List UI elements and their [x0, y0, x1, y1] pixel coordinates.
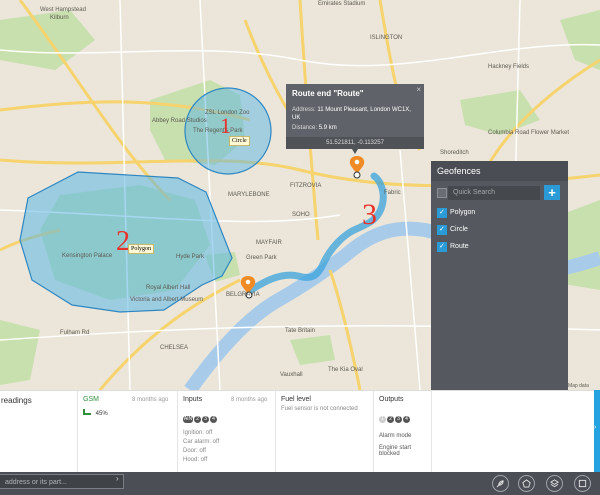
- search-submit-icon[interactable]: ›: [116, 474, 119, 483]
- map-label: FITZROVIA: [290, 183, 322, 189]
- map-label: Vauxhall: [280, 372, 303, 378]
- bottom-toolbar: address or its part... ›: [0, 472, 600, 495]
- fuel-title: Fuel level: [281, 396, 311, 403]
- popup-address-label: Address:: [292, 107, 316, 113]
- input-pill: AIN: [183, 416, 193, 423]
- map-label: Fulham Rd: [60, 330, 90, 336]
- inputs-timestamp: 8 months ago: [231, 397, 268, 403]
- map-label: Kensington Palace: [62, 253, 113, 259]
- geofence-item-polygon[interactable]: Polygon: [431, 204, 568, 221]
- output-pill: 2: [387, 416, 394, 423]
- output-pill: 3: [395, 416, 402, 423]
- popup-coordinates: 51.521811, -0.113257: [286, 137, 424, 149]
- device-info-bar: readings GSM 8 months ago 45% Inputs 8 m…: [0, 390, 600, 473]
- input-pill: 3: [202, 416, 209, 423]
- feather-icon[interactable]: [492, 475, 509, 492]
- map-label: CHELSEA: [160, 345, 189, 351]
- fuel-status: Fuel sensor is not connected: [281, 406, 358, 412]
- readings-title: readings: [1, 396, 32, 405]
- geofence-label: Circle: [450, 226, 468, 233]
- add-geofence-button[interactable]: +: [544, 185, 560, 200]
- map-label: The Regent's Park: [193, 128, 243, 134]
- map-label: The Kia Oval: [328, 367, 363, 373]
- geofence-checkbox[interactable]: [437, 204, 447, 221]
- input-pills: AIN 2 3 4: [183, 407, 270, 425]
- panel-search-row: Quick Search +: [431, 184, 568, 204]
- input-status: Ignition: off: [183, 430, 213, 436]
- address-search-input[interactable]: address or its part...: [0, 474, 124, 489]
- readings-card: readings: [0, 391, 78, 473]
- input-pill: 4: [210, 416, 217, 423]
- popup-distance: Distance: 5.9 km: [292, 124, 418, 132]
- map-label: Hackney Fields: [488, 64, 530, 70]
- map-label: Shoreditch: [440, 150, 469, 156]
- gsm-value: 45%: [95, 411, 108, 417]
- geofence-item-circle[interactable]: Circle: [431, 221, 568, 238]
- map-label: Tate Britain: [285, 328, 316, 334]
- outputs-card: Outputs 1234 Alarm mode Engine start blo…: [374, 391, 432, 473]
- map-label: Hyde Park: [176, 254, 205, 260]
- geofence-item-route[interactable]: Route: [431, 238, 568, 255]
- map-label: SOHO: [292, 212, 310, 218]
- circle-tag: Circle: [229, 136, 250, 146]
- output-status: Alarm mode: [379, 433, 412, 439]
- output-pills: 1234: [379, 407, 426, 425]
- select-all-checkbox[interactable]: [437, 188, 447, 198]
- outputs-title: Outputs: [379, 396, 404, 403]
- popup-address: Address: 11 Mount Pleasant, London WC1X,…: [292, 106, 418, 122]
- output-pill: 4: [403, 416, 410, 423]
- map-label: Fabric: [384, 190, 401, 196]
- pentagon-icon[interactable]: [518, 475, 535, 492]
- panel-expand-tab[interactable]: ›: [594, 390, 600, 472]
- map-attribution: Map data: [568, 383, 589, 389]
- input-pill: 2: [194, 416, 201, 423]
- geofence-checkbox[interactable]: [437, 238, 447, 255]
- polygon-tag: Polygon: [128, 244, 155, 254]
- map-label: Columbia Road Flower Market: [488, 130, 570, 136]
- map-label: MAYFAIR: [256, 240, 282, 246]
- map-label: West Hampstead: [40, 7, 86, 13]
- popup-distance-label: Distance:: [292, 125, 318, 131]
- chevron-right-icon: ›: [594, 424, 597, 431]
- close-icon[interactable]: ×: [416, 85, 421, 94]
- geofence-label: Route: [450, 243, 469, 250]
- popup-title: Route end "Route": [292, 89, 364, 98]
- panel-title: Geofences: [431, 161, 568, 181]
- output-pill: 1: [379, 416, 386, 423]
- input-status: Car alarm: off: [183, 439, 220, 445]
- fuel-card: Fuel level Fuel sensor is not connected: [276, 391, 374, 473]
- map-label: Green Park: [246, 255, 277, 261]
- layers-icon[interactable]: [546, 475, 563, 492]
- input-status: Door: off: [183, 448, 206, 454]
- route-number: 3: [362, 198, 377, 231]
- signal-icon: [83, 409, 91, 415]
- geofence-panel: Geofences Quick Search + Polygon Circle …: [431, 161, 568, 390]
- map-label: Victoria and Albert Museum: [130, 297, 204, 303]
- geofence-label: Polygon: [450, 209, 476, 216]
- fullscreen-icon[interactable]: [574, 475, 591, 492]
- input-status: Hood: off: [183, 457, 208, 463]
- map-label: Emirates Stadium: [318, 1, 366, 7]
- map-label: Abbey Road Studios: [152, 118, 207, 124]
- map-label: Kilburn: [50, 15, 69, 21]
- gsm-card: GSM 8 months ago 45%: [78, 391, 178, 473]
- map-label: ISLINGTON: [370, 35, 403, 41]
- map-label: MARYLEBONE: [228, 192, 270, 198]
- map-label: Royal Albert Hall: [146, 285, 191, 291]
- geofence-checkbox[interactable]: [437, 221, 447, 238]
- map-label: BELGRAVIA: [226, 292, 260, 298]
- gsm-timestamp: 8 months ago: [132, 397, 169, 403]
- inputs-card: Inputs 8 months ago AIN 2 3 4 Ignition: off…: [178, 391, 276, 473]
- output-status: Engine start blocked: [379, 445, 412, 457]
- popup-distance-value: 5.9 km: [318, 125, 337, 131]
- gsm-row: 45%: [83, 409, 172, 417]
- quick-search-input[interactable]: Quick Search: [448, 186, 540, 200]
